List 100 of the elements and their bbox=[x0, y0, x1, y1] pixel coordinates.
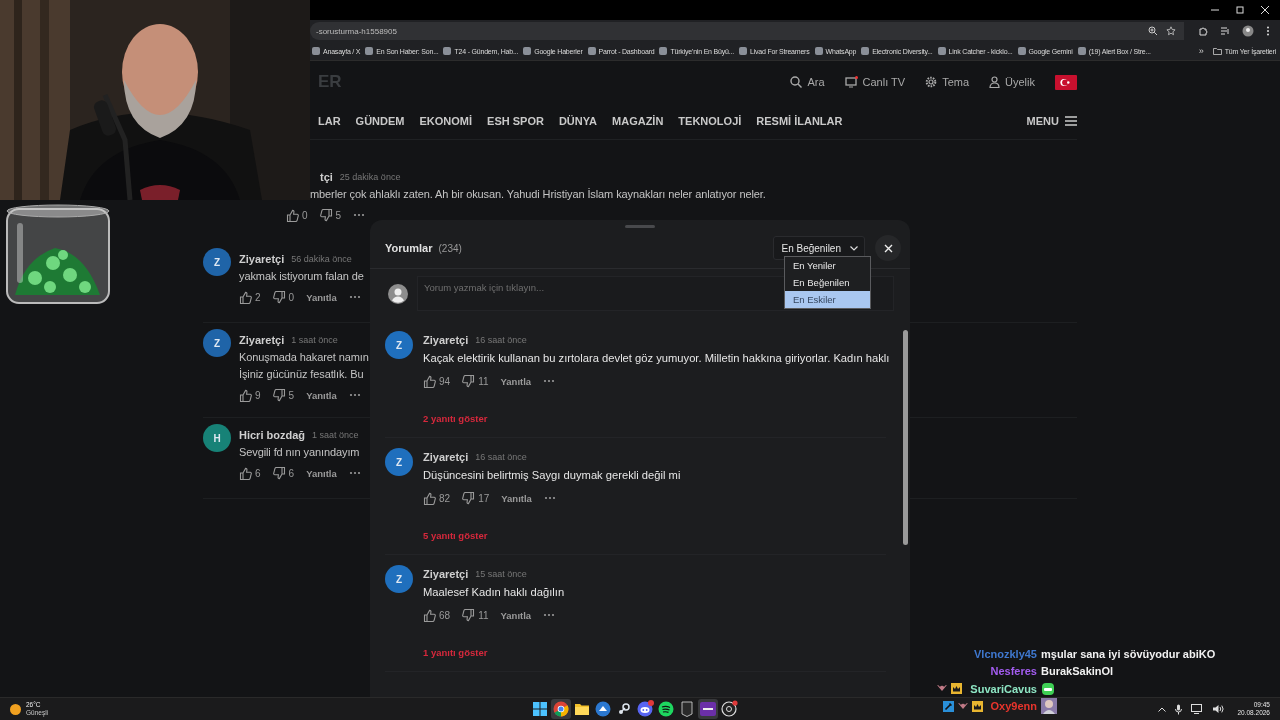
avatar: Z bbox=[203, 329, 231, 357]
close-button[interactable] bbox=[875, 235, 901, 261]
site-icon bbox=[814, 47, 823, 55]
like-button[interactable]: 68 bbox=[423, 608, 451, 622]
drag-handle[interactable] bbox=[625, 225, 655, 228]
record-icon[interactable] bbox=[719, 699, 739, 719]
profile-icon[interactable] bbox=[1242, 25, 1254, 37]
like-button[interactable]: 6 bbox=[239, 466, 261, 480]
more-icon[interactable] bbox=[543, 613, 556, 617]
media-icon[interactable] bbox=[1220, 26, 1230, 36]
thumbs-down-icon[interactable] bbox=[462, 608, 476, 622]
like-button[interactable]: 9 bbox=[239, 388, 261, 402]
like-button[interactable]: 94 bbox=[423, 374, 451, 388]
sort-option[interactable]: En Beğenilen bbox=[785, 274, 870, 291]
author-name: Ziyaretçi bbox=[423, 334, 469, 346]
sort-option[interactable]: En Eskiler bbox=[785, 291, 870, 308]
menu-button[interactable]: MENU bbox=[1026, 115, 1077, 127]
network-icon[interactable] bbox=[1191, 704, 1204, 714]
nav-link[interactable]: RESMİ İLANLAR bbox=[756, 115, 843, 127]
address-bar[interactable]: -sorusturma-h1558905 bbox=[310, 22, 1184, 40]
thumbs-down-icon[interactable] bbox=[319, 208, 333, 222]
nav-link[interactable]: TEKNOLOJİ bbox=[678, 115, 742, 127]
comment-time: 16 saat önce bbox=[475, 452, 527, 462]
more-bookmarks-button[interactable]: » bbox=[1198, 46, 1204, 56]
reply-link[interactable]: Yanıtla bbox=[500, 609, 532, 621]
star-icon[interactable] bbox=[1166, 26, 1176, 36]
app-icon[interactable] bbox=[698, 699, 718, 719]
nav-link[interactable]: LAR bbox=[318, 115, 341, 127]
restore-icon[interactable] bbox=[1235, 5, 1245, 15]
sword-badge-icon bbox=[942, 700, 954, 712]
avatar: Z bbox=[385, 448, 413, 476]
emote-icon bbox=[1041, 681, 1055, 696]
thumbs-up-icon[interactable] bbox=[239, 388, 252, 402]
dislike-button[interactable]: 6 bbox=[272, 466, 295, 480]
more-icon[interactable] bbox=[543, 496, 556, 500]
comment-time: 1 saat önce bbox=[291, 335, 338, 345]
thumbs-up-icon[interactable] bbox=[239, 466, 252, 480]
thumbs-up-icon[interactable] bbox=[239, 290, 252, 304]
more-icon[interactable] bbox=[353, 213, 366, 217]
chevron-up-icon[interactable] bbox=[1158, 706, 1167, 712]
dislike-button[interactable]: 17 bbox=[462, 491, 490, 505]
nav-link[interactable]: ESH SPOR bbox=[487, 115, 544, 127]
spotify-icon[interactable] bbox=[656, 699, 676, 719]
sort-option[interactable]: En Yeniler bbox=[785, 257, 870, 274]
header-link[interactable]: Üyelik bbox=[989, 76, 1035, 88]
thumbs-up-icon[interactable] bbox=[423, 491, 436, 505]
header-link[interactable]: Ara bbox=[790, 76, 825, 88]
thumbs-down-icon[interactable] bbox=[462, 374, 476, 388]
kebab-menu-icon[interactable] bbox=[1266, 26, 1270, 36]
dislike-button[interactable]: 5 bbox=[319, 208, 342, 222]
nav-link[interactable]: GÜNDEM bbox=[355, 115, 405, 127]
more-icon[interactable] bbox=[348, 393, 361, 397]
thumbs-down-icon[interactable] bbox=[272, 290, 286, 304]
dislike-button[interactable]: 11 bbox=[462, 374, 489, 388]
comment-text: Düşüncesini belirtmiş Saygı duymak gerekli değil mi bbox=[423, 468, 681, 483]
like-button[interactable]: 2 bbox=[239, 290, 261, 304]
more-icon[interactable] bbox=[543, 379, 556, 383]
chat-message: BurakSakinOl bbox=[1041, 665, 1114, 678]
reply-link[interactable]: Yanıtla bbox=[500, 375, 532, 387]
app-icon[interactable] bbox=[593, 699, 613, 719]
nav-link[interactable]: EKONOMİ bbox=[419, 115, 473, 127]
chat-username: Nesferes bbox=[990, 665, 1037, 678]
comment-text: yakmak istiyorum falan de bbox=[239, 269, 364, 284]
windows-icon[interactable] bbox=[530, 699, 550, 719]
like-button[interactable]: 82 bbox=[423, 491, 451, 505]
thumbs-down-icon[interactable] bbox=[272, 466, 286, 480]
dislike-button[interactable]: 5 bbox=[272, 388, 295, 402]
like-button[interactable]: 0 bbox=[286, 208, 308, 222]
thumbs-up-icon[interactable] bbox=[286, 208, 299, 222]
speaker-icon[interactable] bbox=[1212, 704, 1225, 714]
scrollbar-thumb[interactable] bbox=[903, 330, 908, 545]
reply-link[interactable]: Yanıtla bbox=[306, 467, 337, 479]
chrome-icon[interactable] bbox=[551, 699, 571, 719]
reply-link[interactable]: Yanıtla bbox=[306, 389, 337, 401]
avatar: Z bbox=[385, 331, 413, 359]
zoom-icon[interactable] bbox=[1148, 26, 1158, 36]
comment-text: Maalesef Kadın haklı dağılın bbox=[423, 585, 565, 600]
dislike-button[interactable]: 11 bbox=[462, 608, 489, 622]
thumbs-down-icon[interactable] bbox=[272, 388, 286, 402]
header-link[interactable]: Tema bbox=[925, 76, 970, 88]
microphone-icon[interactable] bbox=[1175, 703, 1183, 715]
nav-link[interactable]: DÜNYA bbox=[558, 115, 598, 127]
dislike-button[interactable]: 0 bbox=[272, 290, 295, 304]
flag-icon[interactable] bbox=[1055, 74, 1077, 90]
site-icon bbox=[587, 47, 596, 55]
reply-link[interactable]: Yanıtla bbox=[306, 291, 337, 303]
header-link[interactable]: Canlı TV bbox=[844, 76, 906, 88]
nav-link[interactable]: MAGAZİN bbox=[612, 115, 664, 127]
discord-icon[interactable] bbox=[635, 699, 655, 719]
thumbs-up-icon[interactable] bbox=[423, 374, 436, 388]
avatar: H bbox=[203, 424, 231, 452]
site-icon bbox=[443, 47, 452, 55]
chat-username: Vlcnozkly45 bbox=[974, 647, 1037, 660]
close-icon[interactable] bbox=[1260, 5, 1270, 15]
thumbs-up-icon[interactable] bbox=[423, 608, 436, 622]
thumbs-down-icon[interactable] bbox=[462, 491, 476, 505]
author-name: Ziyaretçi bbox=[423, 568, 469, 580]
more-icon[interactable] bbox=[348, 295, 361, 299]
more-icon[interactable] bbox=[348, 471, 361, 475]
reply-link[interactable]: Yanıtla bbox=[501, 492, 532, 504]
